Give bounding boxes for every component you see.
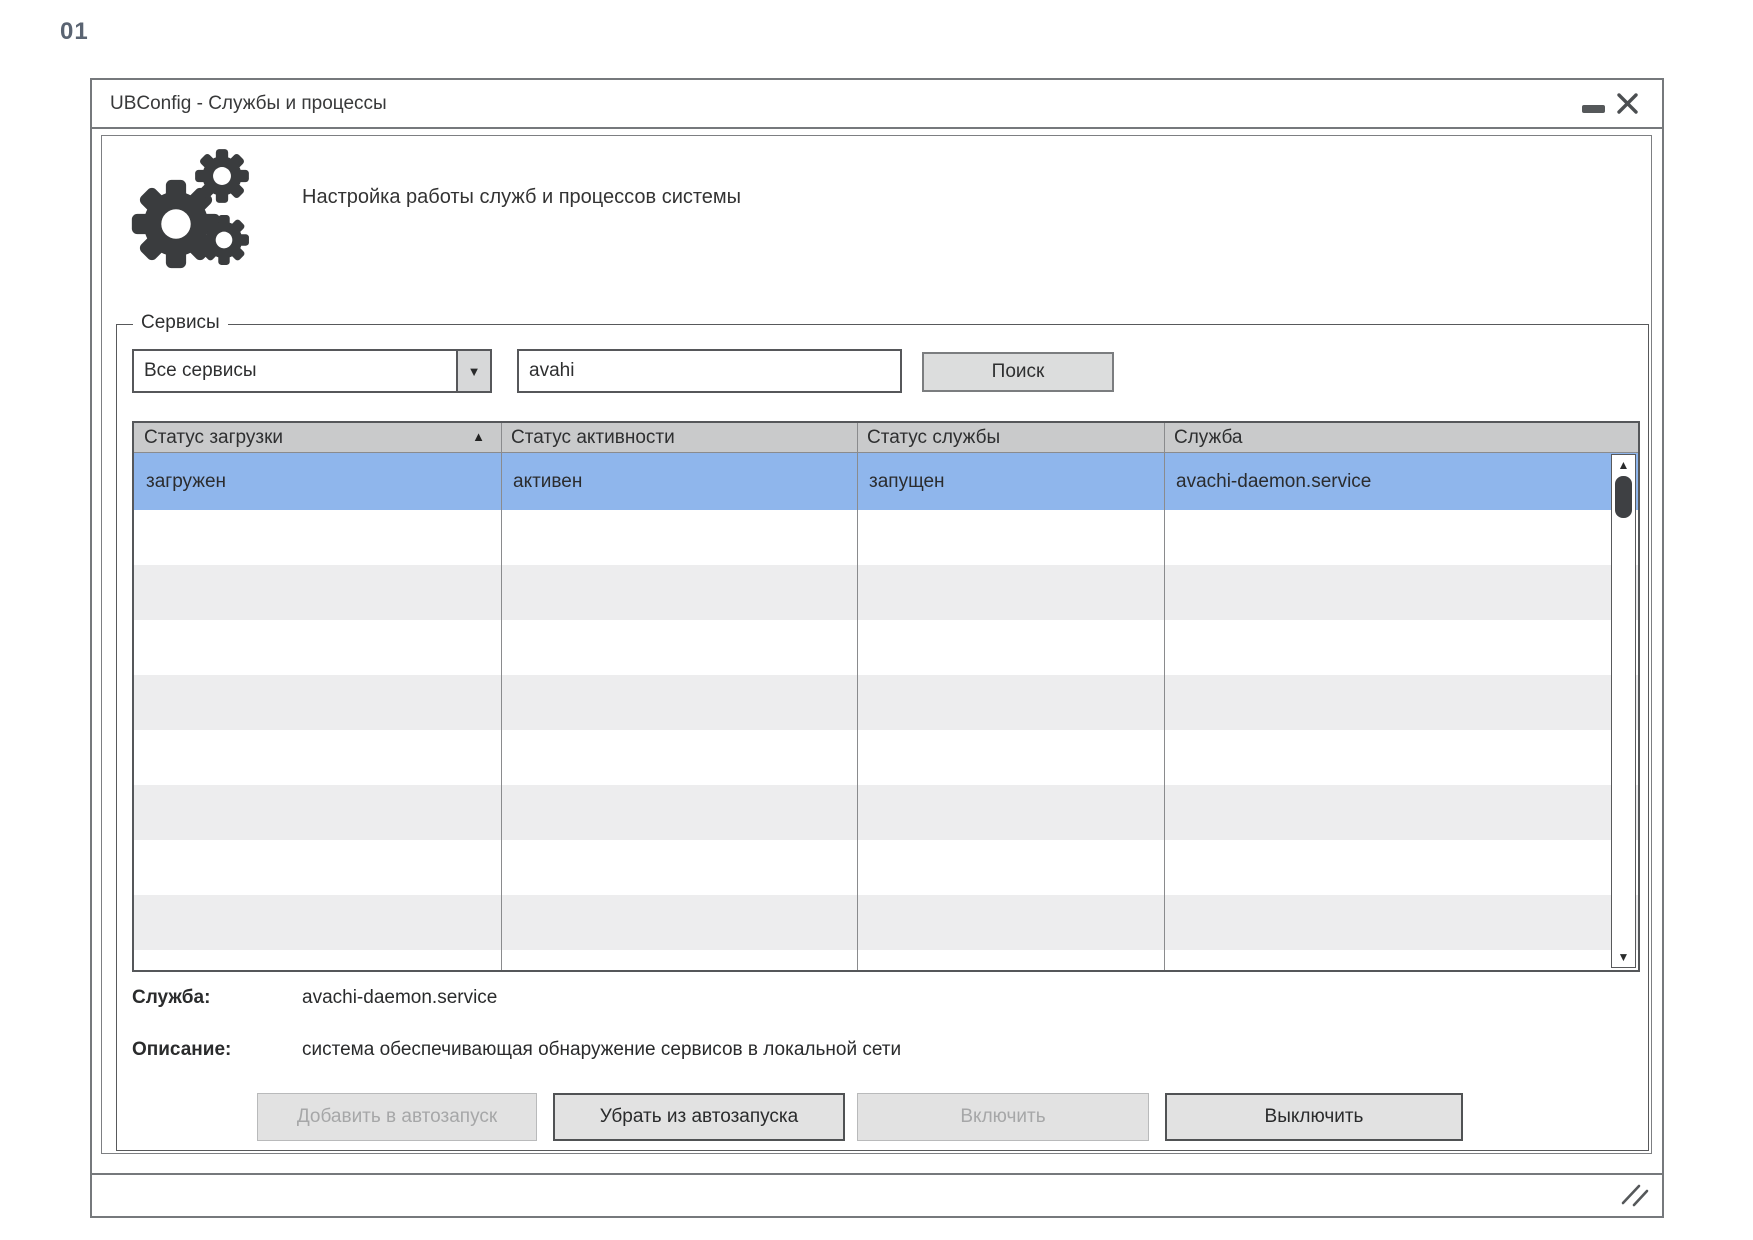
table-header-row: Статус загрузки ▲ Статус активности Стат… [134, 423, 1638, 453]
minimize-button[interactable] [1576, 87, 1610, 121]
close-icon [1616, 92, 1639, 115]
empty-table-row [134, 785, 1638, 840]
empty-table-row [134, 675, 1638, 730]
add-to-autostart-button[interactable]: Добавить в автозапуск [257, 1093, 537, 1141]
window-title: UBConfig - Службы и процессы [110, 93, 387, 115]
empty-table-row [134, 730, 1638, 785]
services-groupbox: Сервисы Все сервисы ▼ Поиск Статус загру… [116, 324, 1649, 1151]
service-detail-value: avachi-daemon.service [302, 987, 497, 1009]
window-subtitle: Настройка работы служб и процессов систе… [302, 186, 741, 209]
column-header-active-status[interactable]: Статус активности [501, 423, 857, 452]
services-table: Статус загрузки ▲ Статус активности Стат… [132, 421, 1640, 972]
minimize-icon [1582, 105, 1605, 113]
gears-icon [130, 148, 262, 272]
column-header-service-status[interactable]: Статус службы [857, 423, 1164, 452]
enable-service-button[interactable]: Включить [857, 1093, 1149, 1141]
vertical-scrollbar[interactable]: ▲ ▼ [1611, 454, 1636, 968]
empty-table-row [134, 895, 1638, 950]
empty-table-row [134, 565, 1638, 620]
scroll-down-icon: ▼ [1618, 950, 1630, 964]
column-divider [857, 423, 858, 970]
description-detail-value: система обеспечивающая обнаружение серви… [302, 1039, 901, 1061]
chevron-down-icon: ▼ [468, 364, 481, 379]
content-panel: Настройка работы служб и процессов систе… [101, 135, 1652, 1154]
table-body: загружен активен запущен avachi-daemon.s… [134, 453, 1638, 970]
empty-table-row [134, 510, 1638, 565]
column-divider [1164, 423, 1165, 970]
resize-grip-icon[interactable] [1620, 1182, 1650, 1208]
scroll-up-button[interactable]: ▲ [1612, 459, 1635, 471]
cell-service-status: запущен [857, 471, 1164, 493]
empty-table-row [134, 840, 1638, 895]
cell-service: avachi-daemon.service [1164, 471, 1638, 493]
title-bar: UBConfig - Службы и процессы [92, 80, 1662, 129]
dropdown-arrow-button[interactable]: ▼ [456, 351, 490, 391]
remove-from-autostart-button[interactable]: Убрать из автозапуска [553, 1093, 845, 1141]
status-bar [92, 1173, 1662, 1216]
column-divider [501, 423, 502, 970]
scroll-down-button[interactable]: ▼ [1612, 951, 1635, 963]
table-row-selected[interactable]: загружен активен запущен avachi-daemon.s… [134, 453, 1638, 510]
empty-table-row [134, 950, 1638, 970]
disable-service-button[interactable]: Выключить [1165, 1093, 1463, 1141]
service-detail-label: Служба: [132, 987, 210, 1009]
column-header-service[interactable]: Служба [1164, 423, 1638, 452]
service-filter-select[interactable]: Все сервисы ▼ [132, 349, 492, 393]
cell-load-status: загружен [134, 471, 501, 493]
app-window: UBConfig - Службы и процессы [90, 78, 1664, 1218]
scrollbar-thumb[interactable] [1615, 476, 1632, 518]
search-button[interactable]: Поиск [922, 352, 1114, 392]
search-input[interactable] [517, 349, 902, 393]
service-filter-value: Все сервисы [134, 351, 456, 391]
scroll-up-icon: ▲ [1618, 458, 1630, 472]
empty-table-row [134, 620, 1638, 675]
cell-active-status: активен [501, 471, 857, 493]
description-detail-label: Описание: [132, 1039, 231, 1061]
close-button[interactable] [1610, 87, 1644, 121]
page-number-label: 01 [60, 18, 89, 46]
column-header-load-status[interactable]: Статус загрузки ▲ [134, 423, 501, 452]
services-groupbox-label: Сервисы [133, 312, 228, 334]
sort-ascending-icon: ▲ [472, 429, 485, 444]
